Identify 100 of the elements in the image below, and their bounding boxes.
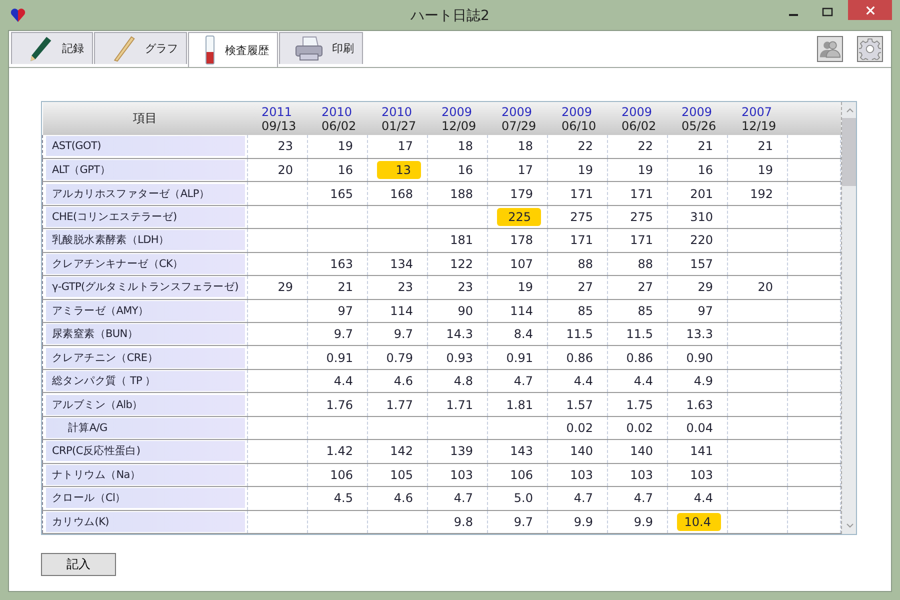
table-cell-text: 0.86 xyxy=(625,350,654,367)
column-year: 2009 xyxy=(560,104,594,118)
tab[interactable]: 検査履歴 xyxy=(188,32,278,67)
table-cell-text: 29 xyxy=(696,279,714,296)
row-label: クレアチニン（CRE） xyxy=(46,348,245,368)
column-year: 2009 xyxy=(620,104,654,118)
table-cell-text: 103 xyxy=(689,466,714,484)
table-cell-text: 90 xyxy=(456,302,474,320)
table-cell-text: 157 xyxy=(689,256,714,273)
table-cell-text: 1.42 xyxy=(325,443,354,460)
row-label: アルブミン（Alb） xyxy=(46,394,245,415)
tab[interactable]: グラフ xyxy=(94,32,187,64)
close-icon xyxy=(864,4,876,16)
column-year: 2011 xyxy=(260,104,294,118)
row-label: 尿素窒素（BUN） xyxy=(46,324,245,344)
table-cell-text: 21 xyxy=(336,279,354,296)
close-button[interactable] xyxy=(848,0,892,20)
scroll-thumb[interactable] xyxy=(842,118,856,186)
table-cell-text: 5.0 xyxy=(512,490,534,508)
table-cell-text: 4.4 xyxy=(632,373,654,390)
column-year: 2010 xyxy=(380,104,414,118)
table-cell-text: 9.7 xyxy=(392,326,414,344)
table-cell-text: 11.5 xyxy=(625,326,654,344)
row-label: ALT（GPT） xyxy=(46,160,245,180)
scrollbar[interactable] xyxy=(841,102,856,534)
row-label: アミラーゼ（AMY） xyxy=(46,300,245,321)
table-cell-text: 106 xyxy=(329,466,354,484)
table-cell-text: 140 xyxy=(629,443,654,460)
table-cell-text: 163 xyxy=(329,256,354,273)
table-cell-text: 1.75 xyxy=(625,396,654,414)
table-cell-text: 88 xyxy=(576,256,594,273)
scroll-up-icon[interactable] xyxy=(844,106,854,114)
row-label: 計算A/G xyxy=(46,418,245,438)
table-cell-text: 103 xyxy=(449,466,474,484)
table-cell-text: 8.4 xyxy=(512,326,534,344)
table-cell-text: 0.91 xyxy=(505,350,534,367)
table-cell-text: 19 xyxy=(636,162,654,180)
tab[interactable]: 記録 xyxy=(11,32,93,64)
column-date: 06/02 xyxy=(320,118,358,132)
table-cell-text: 13.3 xyxy=(685,326,714,344)
row-label: AST(GOT) xyxy=(46,136,245,156)
table-cell-text: 1.81 xyxy=(505,396,534,414)
table-cell-text: 97 xyxy=(696,302,714,320)
window-title: ハート日誌2 xyxy=(410,7,490,25)
table-cell-text: 220 xyxy=(689,232,714,250)
table-cell-text: 0.04 xyxy=(685,420,714,437)
table-cell-text: 21 xyxy=(756,138,774,156)
table-cell-text: 21 xyxy=(696,138,714,156)
table-cell-text: 141 xyxy=(689,443,714,460)
table-cell-text: 23 xyxy=(456,279,474,296)
table-cell-text: 27 xyxy=(576,279,594,296)
table-cell-text: 85 xyxy=(576,302,594,320)
table-cell-text: 18 xyxy=(516,138,534,156)
table-cell-text: 171 xyxy=(629,232,654,250)
column-date: 06/10 xyxy=(560,118,598,132)
row-label: 乳酸脱水素酵素（LDH） xyxy=(46,230,245,250)
row-label: CHE(コリンエステラーゼ) xyxy=(46,207,245,228)
table-cell: 13 xyxy=(377,161,421,180)
table-cell: 225 xyxy=(497,208,541,226)
table-cell-text: 103 xyxy=(569,466,594,484)
table-cell-text: 9.9 xyxy=(572,514,594,531)
table-cell-text: 178 xyxy=(509,232,534,250)
table-cell-text: 1.57 xyxy=(565,396,594,414)
table-cell-text: 139 xyxy=(449,443,474,460)
table-cell-text: 97 xyxy=(336,302,354,320)
table-cell-text: 9.8 xyxy=(452,514,474,531)
table-cell-text: 105 xyxy=(389,466,414,484)
table-cell-text: 4.7 xyxy=(452,490,474,508)
users-button[interactable] xyxy=(817,36,843,62)
table-cell-text: 188 xyxy=(449,186,474,203)
table-cell-text: 27 xyxy=(636,279,654,296)
table-cell-text: 275 xyxy=(629,209,654,226)
tab[interactable]: 印刷 xyxy=(279,32,363,64)
settings-button[interactable] xyxy=(857,36,883,62)
table-cell-text: 1.63 xyxy=(685,396,714,414)
scroll-down-icon[interactable] xyxy=(844,522,854,530)
row-label: CRP(C反応性蛋白) xyxy=(46,441,245,462)
row-label: クレアチンキナーゼ（CK） xyxy=(46,254,245,274)
table-cell-text: 19 xyxy=(576,162,594,180)
column-year: 2009 xyxy=(500,104,534,118)
table-cell-text: 143 xyxy=(509,443,534,460)
table-cell-text: 4.6 xyxy=(392,490,414,508)
heart-icon xyxy=(10,7,26,23)
table-cell-text: 88 xyxy=(636,256,654,273)
entry-button[interactable]: 記入 xyxy=(41,553,116,576)
table-cell-text: 14.3 xyxy=(445,326,474,344)
row-label: クロール（Cl） xyxy=(46,488,245,508)
table-cell-text: 140 xyxy=(569,443,594,460)
table-cell-text: 114 xyxy=(509,302,534,320)
table-cell-text: 114 xyxy=(389,302,414,320)
table-cell-text: 23 xyxy=(276,138,294,156)
printer-icon xyxy=(294,34,324,62)
column-date: 06/02 xyxy=(620,118,658,132)
table-cell-text: 9.7 xyxy=(512,514,534,531)
table-cell-text: 107 xyxy=(509,256,534,273)
table-cell-text: 122 xyxy=(449,256,474,273)
table-cell-text: 16 xyxy=(336,162,354,180)
table-cell-text: 4.6 xyxy=(392,373,414,390)
table-cell-text: 4.7 xyxy=(512,373,534,390)
table-cell-text: 22 xyxy=(636,138,654,156)
